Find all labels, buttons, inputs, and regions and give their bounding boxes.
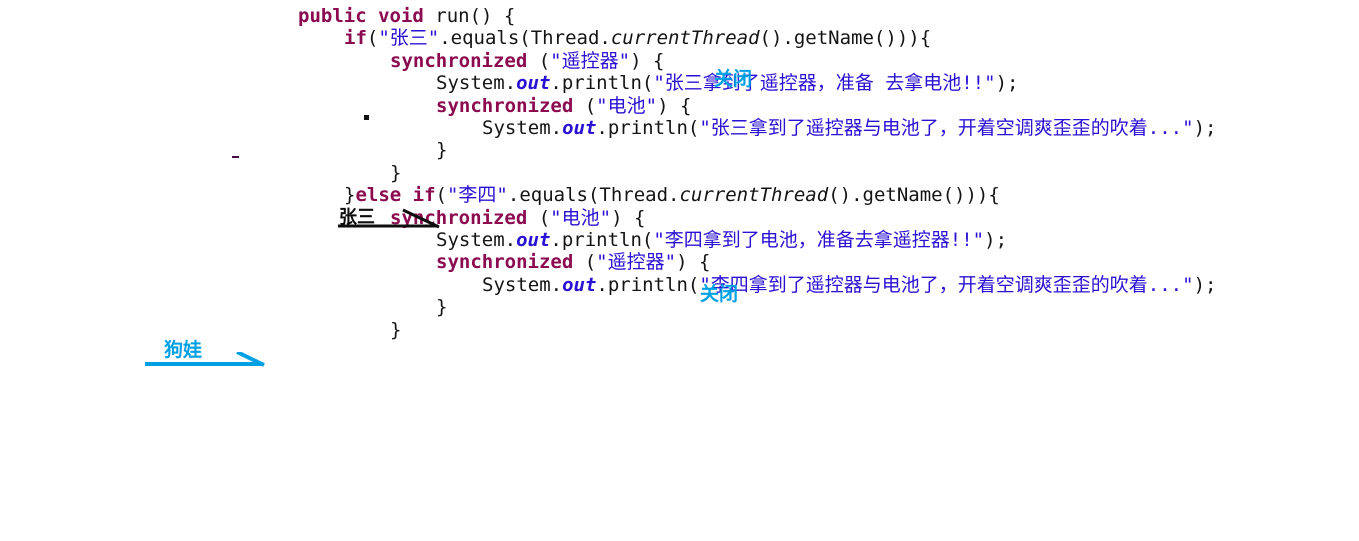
code-line: public void run() { bbox=[298, 5, 515, 28]
stray-mark-dash bbox=[232, 156, 239, 158]
annotation-close-label-1: 关闭 bbox=[714, 68, 753, 90]
code-token: ().getName())){ bbox=[828, 184, 1000, 207]
code-token: ( bbox=[527, 49, 551, 72]
code-token: ); bbox=[1193, 273, 1217, 296]
code-token: ( bbox=[435, 184, 447, 207]
code-token: run() { bbox=[435, 5, 516, 27]
code-line: }else if("李四".equals(Thread.currentThrea… bbox=[344, 184, 1000, 207]
code-line: if("张三".equals(Thread.currentThread().ge… bbox=[344, 27, 931, 50]
code-token: "遥控器" bbox=[550, 49, 631, 72]
code-token: ) { bbox=[630, 49, 665, 72]
code-token: "遥控器" bbox=[596, 251, 677, 274]
code-token: ( bbox=[573, 94, 597, 117]
code-token: "李四拿到了电池，准备去拿遥控器!!" bbox=[653, 229, 985, 251]
stray-mark-dot bbox=[364, 115, 369, 120]
code-line: System.out.println("李四拿到了遥控器与电池了，开着空调爽歪歪… bbox=[482, 274, 1216, 297]
code-token: ) { bbox=[657, 94, 692, 117]
code-token: "电池" bbox=[550, 206, 612, 229]
code-token: ().getName())){ bbox=[759, 27, 932, 50]
code-token: .println( bbox=[550, 229, 654, 251]
code-token: .println( bbox=[596, 273, 700, 296]
code-line: synchronized ("电池") { bbox=[436, 95, 691, 118]
code-token: "张三拿到了遥控器，准备 去拿电池!!" bbox=[653, 72, 996, 95]
annotation-close-label-2: 关闭 bbox=[700, 283, 739, 305]
code-token: .println( bbox=[596, 117, 700, 139]
code-token: } bbox=[390, 161, 402, 184]
code-line: } bbox=[436, 139, 447, 162]
code-token: "张三" bbox=[378, 27, 440, 50]
code-token: .equals(Thread. bbox=[439, 27, 611, 50]
code-token: "李四拿到了遥控器与电池了，开着空调爽歪歪的吹着..." bbox=[699, 273, 1194, 296]
code-token: ); bbox=[1193, 117, 1217, 139]
code-token: .println( bbox=[550, 72, 654, 95]
code-token: currentThread bbox=[610, 27, 760, 50]
code-token: } bbox=[436, 296, 448, 319]
code-line: } bbox=[390, 162, 401, 185]
code-token: } bbox=[390, 318, 402, 341]
code-snippet: public void run() {if("张三".equals(Thread… bbox=[0, 0, 1359, 541]
code-token: ); bbox=[995, 72, 1019, 95]
code-token: "李四" bbox=[446, 184, 508, 207]
code-token: out bbox=[562, 273, 597, 296]
code-line: System.out.println("张三拿到了遥控器与电池了，开着空调爽歪歪… bbox=[482, 117, 1216, 140]
code-token: ); bbox=[984, 229, 1008, 251]
code-token: System. bbox=[482, 117, 563, 139]
code-token: System. bbox=[482, 273, 563, 296]
code-token: out bbox=[516, 229, 551, 251]
code-token: synchronized bbox=[390, 49, 528, 72]
code-token: public void bbox=[298, 5, 436, 27]
code-token: } bbox=[436, 139, 448, 162]
code-token: System. bbox=[436, 229, 517, 251]
code-token: synchronized bbox=[436, 94, 574, 117]
annotation-zhangsan-arrow-icon bbox=[338, 208, 440, 229]
code-token: ( bbox=[527, 206, 551, 229]
code-token: ) { bbox=[676, 251, 711, 274]
code-token: if bbox=[344, 27, 367, 50]
code-line: System.out.println("李四拿到了电池，准备去拿遥控器!!"); bbox=[436, 229, 1007, 252]
code-line: synchronized ("遥控器") { bbox=[436, 251, 710, 274]
code-token: ( bbox=[366, 27, 379, 50]
code-line: synchronized ("遥控器") { bbox=[390, 50, 664, 73]
annotation-gouwa-arrow-icon bbox=[145, 352, 265, 367]
code-token: synchronized bbox=[436, 251, 574, 274]
code-token: currentThread bbox=[679, 184, 829, 207]
code-token: "张三拿到了遥控器与电池了，开着空调爽歪歪的吹着..." bbox=[699, 117, 1194, 139]
code-token: "电池" bbox=[596, 94, 658, 117]
code-line: } bbox=[390, 319, 401, 342]
code-token: ( bbox=[573, 251, 597, 274]
code-token: .equals(Thread. bbox=[507, 184, 680, 207]
code-token: out bbox=[516, 72, 551, 95]
code-token: out bbox=[562, 117, 597, 139]
code-token: System. bbox=[436, 72, 517, 95]
code-line: } bbox=[436, 296, 447, 319]
code-token: ) { bbox=[611, 206, 646, 229]
